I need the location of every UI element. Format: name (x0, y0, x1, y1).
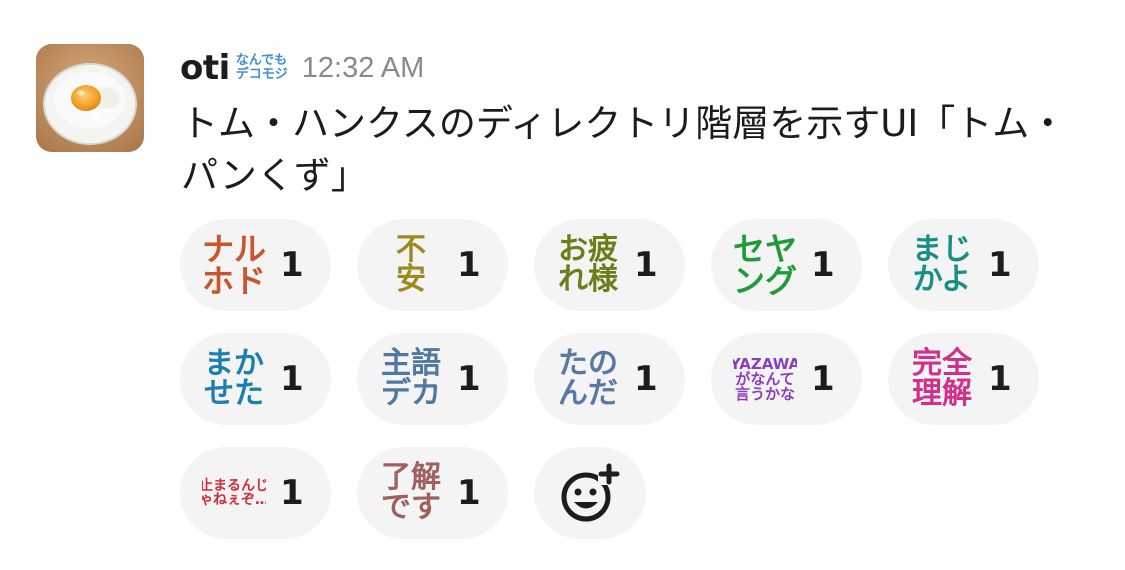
reaction-count: 1 (457, 245, 481, 285)
username[interactable]: oti (180, 48, 230, 88)
reaction-makaseta[interactable]: まか せた 1 (180, 333, 331, 425)
reaction-fuan[interactable]: 不安1 (357, 219, 508, 311)
reaction-count: 1 (811, 359, 835, 399)
add-reaction-button[interactable] (534, 447, 646, 539)
reaction-emoji-line: ナル (202, 230, 266, 268)
reaction-shugodeka[interactable]: 主語 デカ 1 (357, 333, 508, 425)
reaction-emoji-line: セヤ (733, 230, 797, 268)
reaction-emoji-line: まじ (912, 232, 972, 267)
reaction-otsukaresama[interactable]: お疲 れ様 1 (534, 219, 685, 311)
reaction-count: 1 (988, 359, 1012, 399)
reaction-emoji-majikayo: まじ かよ (910, 229, 974, 301)
reaction-count: 1 (457, 359, 481, 399)
reaction-emoji-seyangu: セヤ ング (733, 229, 797, 301)
reaction-emoji-naruhodo: ナル ホド (202, 229, 266, 301)
reaction-emoji-tomarunjane: 止まるんじ ゃねぇぞ… (202, 457, 266, 529)
reaction-emoji-line: 不 (396, 232, 426, 267)
reaction-count: 1 (280, 359, 304, 399)
reaction-naruhodo[interactable]: ナル ホド 1 (180, 219, 331, 311)
reaction-emoji-line: 止まるんじ (202, 478, 266, 494)
message: oti なんでも デコモジ 12:32 AM トム・ハンクスのディレクトリ階層を… (0, 0, 1125, 570)
status-emoji-line2: デコモジ (235, 67, 288, 82)
status-emoji[interactable]: なんでも デコモジ (236, 54, 288, 81)
reaction-emoji-line: 了解 (381, 460, 441, 495)
reaction-seyangu[interactable]: セヤ ング 1 (711, 219, 862, 311)
reaction-tomarunjane[interactable]: 止まるんじ ゃねぇぞ… 1 (180, 447, 331, 539)
reaction-emoji-yazawa: YAZAWA がなんて 言うかな (733, 343, 797, 415)
reaction-emoji-makaseta: まか せた (202, 343, 266, 415)
reaction-emoji-otsukaresama: お疲 れ様 (556, 229, 620, 301)
status-emoji-line1: なんでも (235, 53, 288, 69)
reaction-count: 1 (280, 473, 304, 513)
reaction-count: 1 (457, 473, 481, 513)
reaction-emoji-shugodeka: 主語 デカ (379, 343, 443, 415)
reaction-emoji-line: お疲 (558, 232, 618, 267)
egg-rice-bowl-photo-icon (36, 44, 144, 152)
reaction-tanonda[interactable]: たの んだ 1 (534, 333, 685, 425)
reaction-count: 1 (280, 245, 304, 285)
reaction-emoji-line: 主語 (381, 346, 441, 381)
reaction-yazawa[interactable]: YAZAWA がなんて 言うかな 1 (711, 333, 862, 425)
reaction-emoji-line: ゃねぇぞ… (202, 492, 266, 508)
reaction-ryoukaidesu[interactable]: 了解 です 1 (357, 447, 508, 539)
reaction-emoji-ryoukaidesu: 了解 です (379, 457, 443, 529)
reaction-emoji-kanzenrikai: 完全 理解 (910, 343, 974, 415)
add-reaction-icon (561, 463, 620, 522)
reaction-majikayo[interactable]: まじ かよ 1 (888, 219, 1039, 311)
reaction-emoji-line: 理解 (912, 376, 972, 411)
reaction-kanzenrikai[interactable]: 完全 理解 1 (888, 333, 1039, 425)
reaction-count: 1 (811, 245, 835, 285)
message-text: トム・ハンクスのディレクトリ階層を示すUI「トム・パンくず」 (181, 102, 1067, 197)
reaction-emoji-fuan: 不安 (379, 229, 443, 301)
reaction-emoji-line: ング (733, 262, 797, 300)
reaction-emoji-line: ホド (202, 262, 266, 300)
message-header: oti なんでも デコモジ 12:32 AM (180, 36, 424, 100)
reaction-emoji-line: 完全 (912, 346, 972, 381)
avatar[interactable] (36, 44, 144, 152)
reaction-emoji-line: です (381, 490, 441, 525)
reaction-count: 1 (988, 245, 1012, 285)
reaction-emoji-line: せた (204, 376, 264, 411)
reaction-emoji-line: たの (558, 346, 618, 381)
reaction-emoji-line: れ様 (558, 262, 618, 297)
reaction-count: 1 (634, 359, 658, 399)
reaction-emoji-line: デカ (381, 376, 441, 411)
reaction-emoji-line: 安 (396, 262, 426, 297)
reaction-emoji-line: かよ (912, 262, 972, 297)
reaction-emoji-line: 言うかな (734, 384, 795, 403)
reaction-count: 1 (634, 245, 658, 285)
reaction-emoji-line: まか (204, 346, 264, 381)
reaction-emoji-line: んだ (558, 376, 618, 411)
reaction-emoji-tanonda: たの んだ (556, 343, 620, 415)
timestamp[interactable]: 12:32 AM (302, 52, 425, 85)
